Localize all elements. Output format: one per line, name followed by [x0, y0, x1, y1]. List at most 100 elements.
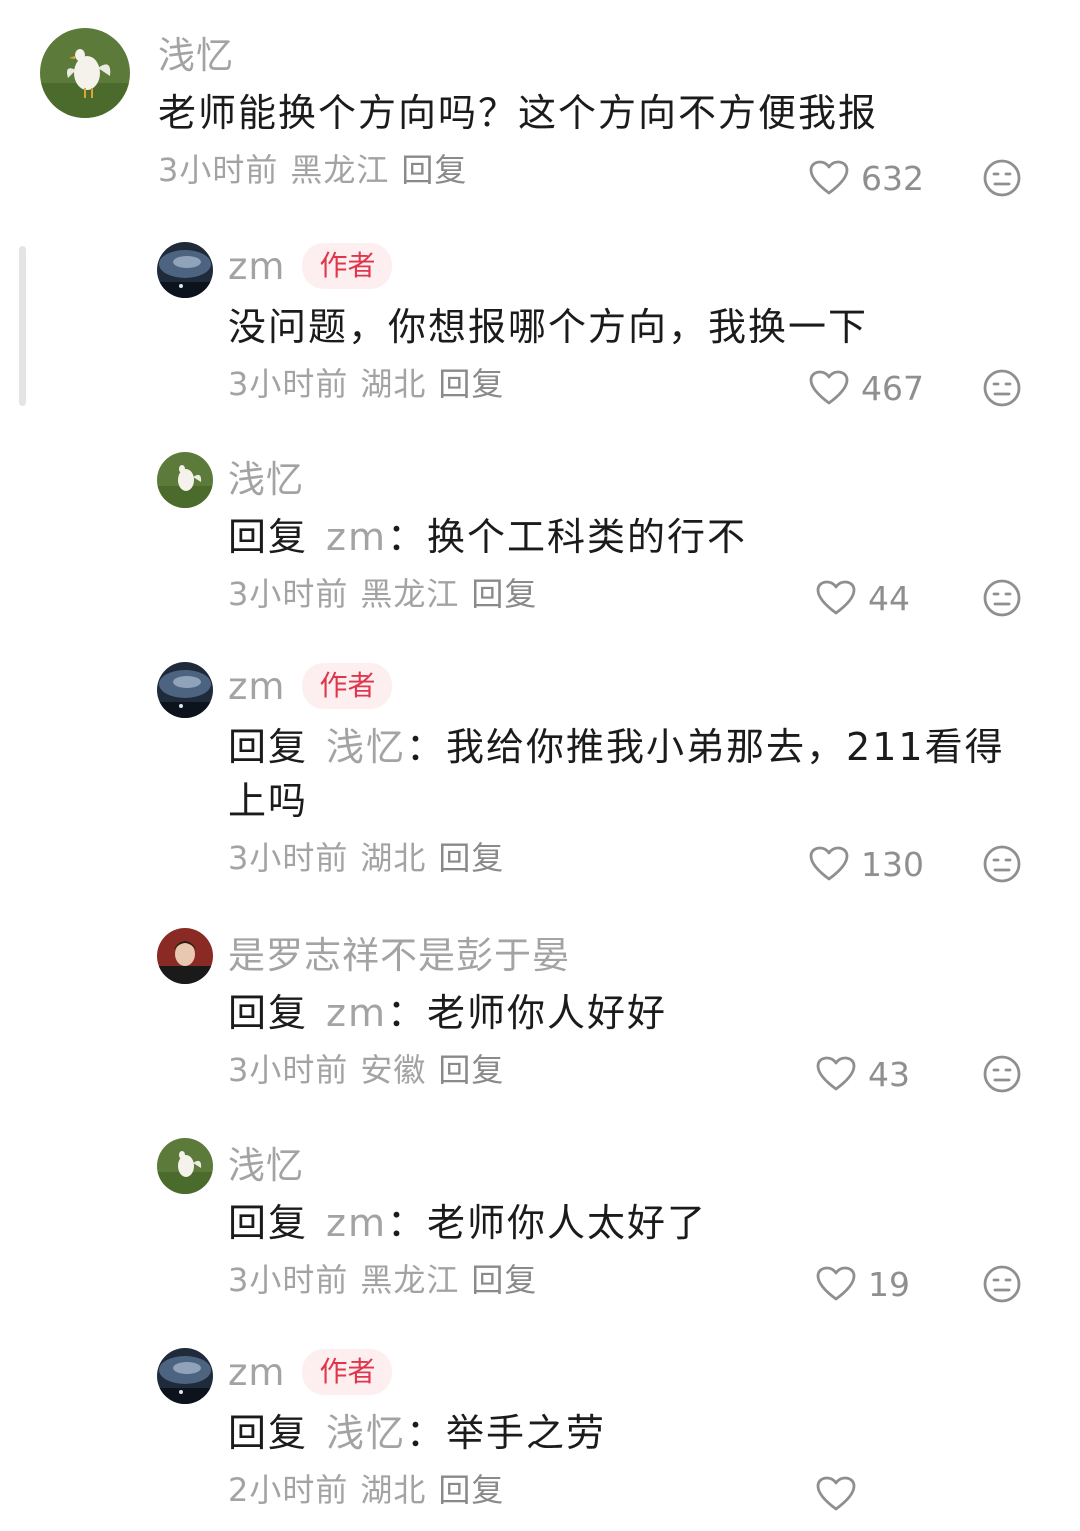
- reply-button[interactable]: 回复: [471, 1261, 537, 1299]
- name-line: 浅忆: [158, 26, 1038, 78]
- nickname[interactable]: 浅忆: [158, 25, 234, 79]
- comment-content: 换个工科类的行不: [427, 515, 748, 559]
- timestamp: 3小时前: [228, 575, 349, 613]
- location: 湖北: [360, 839, 427, 877]
- like-count: 130: [861, 844, 924, 884]
- timestamp: 3小时前: [228, 1261, 349, 1299]
- colon: ：: [386, 515, 427, 559]
- nickname[interactable]: zm: [228, 1351, 285, 1394]
- dislike-face-icon[interactable]: [982, 844, 1022, 884]
- timestamp: 3小时前: [228, 839, 349, 877]
- reply-button[interactable]: 回复: [438, 1471, 504, 1509]
- reply-prefix: 回复: [228, 991, 309, 1035]
- reply-button[interactable]: 回复: [438, 1051, 504, 1089]
- comment-text[interactable]: 没问题，你想报哪个方向，我换一下: [228, 300, 1028, 354]
- night-sky-avatar-image: [157, 662, 213, 718]
- nickname[interactable]: 浅忆: [228, 1135, 304, 1189]
- location: 黑龙江: [360, 1261, 460, 1299]
- heart-icon: [809, 370, 849, 406]
- reply-prefix: 回复: [228, 725, 309, 769]
- reply-target-name[interactable]: zm: [326, 991, 387, 1035]
- reply-target-name[interactable]: 浅忆: [326, 1411, 406, 1455]
- author-badge: 作者: [302, 1349, 393, 1395]
- timestamp: 3小时前: [228, 1051, 349, 1089]
- timestamp: 3小时前: [228, 365, 349, 403]
- comment-text[interactable]: 回复 浅忆：举手之劳: [228, 1406, 1028, 1460]
- name-line: 浅忆: [228, 450, 1028, 502]
- like-count: 44: [868, 578, 910, 618]
- portrait-avatar-image: [157, 928, 213, 984]
- name-line: 浅忆: [228, 1136, 1028, 1188]
- reply-button[interactable]: 回复: [401, 151, 467, 189]
- goose-avatar-image: [40, 28, 130, 118]
- comment-text[interactable]: 回复 zm：老师你人好好: [228, 986, 1028, 1040]
- like-count: 43: [868, 1054, 910, 1094]
- location: 黑龙江: [360, 575, 460, 613]
- heart-icon: [816, 1476, 856, 1512]
- like-button[interactable]: 43: [816, 1048, 924, 1100]
- dislike-face-icon[interactable]: [982, 1264, 1022, 1304]
- like-button[interactable]: 19: [816, 1258, 924, 1310]
- dislike-face-icon[interactable]: [982, 1054, 1022, 1094]
- comment-content: 举手之劳: [446, 1411, 607, 1455]
- avatar[interactable]: [157, 1348, 213, 1404]
- like-button[interactable]: 467: [809, 362, 924, 414]
- location: 湖北: [360, 1471, 427, 1509]
- name-line: 是罗志祥不是彭于晏: [228, 926, 1028, 978]
- nickname[interactable]: 是罗志祥不是彭于晏: [228, 925, 570, 979]
- author-badge: 作者: [302, 663, 393, 709]
- scrollbar[interactable]: [19, 246, 26, 406]
- goose-avatar-image: [157, 452, 213, 508]
- reply-button[interactable]: 回复: [438, 365, 504, 403]
- nickname[interactable]: zm: [228, 245, 285, 288]
- heart-icon: [809, 160, 849, 196]
- comment-text[interactable]: 回复 zm：老师你人太好了: [228, 1196, 1028, 1250]
- name-line: zm 作者: [228, 240, 1028, 292]
- comment-text[interactable]: 回复 zm：换个工科类的行不: [228, 510, 1028, 564]
- name-line: zm 作者: [228, 660, 1028, 712]
- avatar[interactable]: [157, 452, 213, 508]
- reply-target-name[interactable]: 浅忆: [326, 725, 406, 769]
- goose-avatar-image: [157, 1138, 213, 1194]
- reply-button[interactable]: 回复: [471, 575, 537, 613]
- colon: ：: [386, 1201, 427, 1245]
- colon: ：: [406, 1411, 447, 1455]
- comment-content: 没问题，你想报哪个方向，我换一下: [228, 305, 869, 349]
- reply-button[interactable]: 回复: [438, 839, 504, 877]
- reply-prefix: 回复: [228, 1201, 309, 1245]
- like-button[interactable]: 130: [809, 838, 924, 890]
- heart-icon: [816, 580, 856, 616]
- nickname[interactable]: zm: [228, 665, 285, 708]
- reply-target-name[interactable]: zm: [326, 515, 387, 559]
- like-count: 467: [861, 368, 924, 408]
- author-badge: 作者: [302, 243, 393, 289]
- night-sky-avatar-image: [157, 242, 213, 298]
- comment-text[interactable]: 老师能换个方向吗？这个方向不方便我报: [158, 86, 1038, 140]
- reply-target-name[interactable]: zm: [326, 1201, 387, 1245]
- heart-icon: [809, 846, 849, 882]
- nickname[interactable]: 浅忆: [228, 449, 304, 503]
- avatar[interactable]: [157, 1138, 213, 1194]
- dislike-face-icon[interactable]: [982, 368, 1022, 408]
- heart-icon: [816, 1266, 856, 1302]
- timestamp: 2小时前: [228, 1471, 349, 1509]
- timestamp: 3小时前: [158, 151, 279, 189]
- colon: ：: [406, 725, 447, 769]
- like-button[interactable]: 44: [816, 572, 924, 624]
- comment-text[interactable]: 回复 浅忆：我给你推我小弟那去，211看得上吗: [228, 720, 1028, 828]
- location: 安徽: [360, 1051, 427, 1089]
- dislike-face-icon[interactable]: [982, 158, 1022, 198]
- comment-content: 老师能换个方向吗？这个方向不方便我报: [158, 91, 879, 135]
- avatar[interactable]: [157, 662, 213, 718]
- like-button[interactable]: [816, 1468, 924, 1520]
- comment-content: 老师你人太好了: [427, 1201, 708, 1245]
- dislike-face-icon[interactable]: [982, 578, 1022, 618]
- location: 黑龙江: [290, 151, 390, 189]
- like-count: 19: [868, 1264, 910, 1304]
- avatar[interactable]: [157, 928, 213, 984]
- comment-content: 老师你人好好: [427, 991, 668, 1035]
- avatar[interactable]: [157, 242, 213, 298]
- like-button[interactable]: 632: [809, 152, 924, 204]
- avatar[interactable]: [40, 28, 130, 118]
- reply-prefix: 回复: [228, 515, 309, 559]
